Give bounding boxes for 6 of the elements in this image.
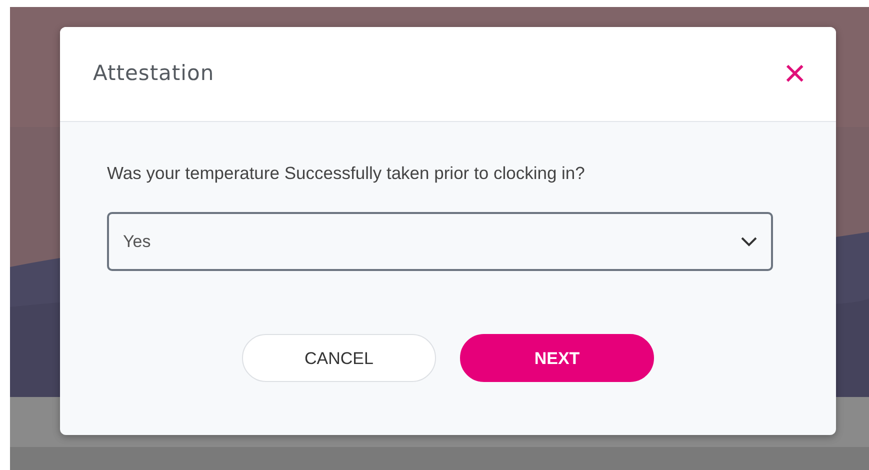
question-text: Was your temperature Successfully taken prior to clocking in? [107, 162, 586, 185]
next-button[interactable]: NEXT [460, 334, 654, 382]
chevron-down-icon [741, 236, 757, 247]
cancel-button[interactable]: CANCEL [242, 334, 436, 382]
dialog-title: Attestation [93, 60, 214, 88]
answer-select[interactable]: Yes [107, 212, 773, 272]
